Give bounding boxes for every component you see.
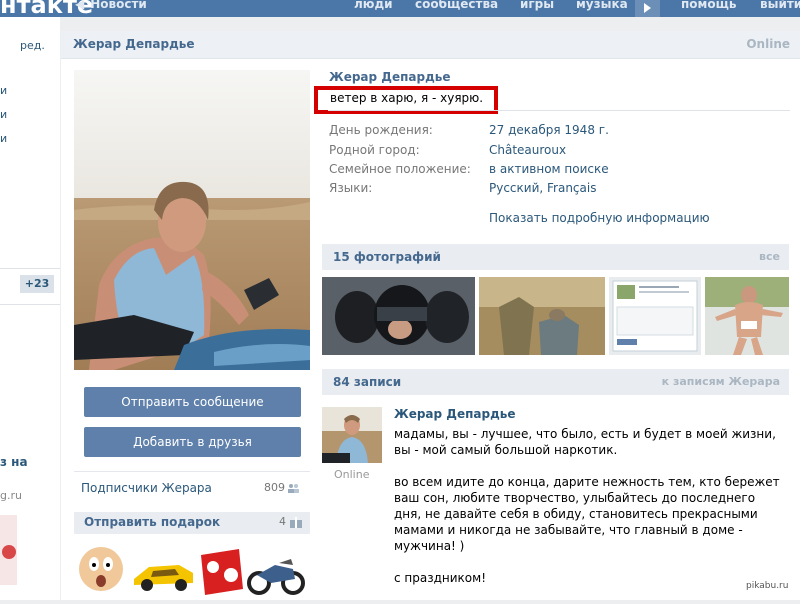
value-birthday[interactable]: 27 декабря 1948 г. — [489, 123, 609, 137]
promo-image[interactable] — [0, 515, 17, 585]
header-name: Жерар Депардье — [73, 37, 195, 51]
play-icon[interactable] — [635, 0, 660, 17]
nav-games[interactable]: игры — [520, 0, 554, 11]
photo-thumb[interactable] — [705, 277, 789, 355]
sidebar-item[interactable]: и — [0, 84, 7, 97]
nav-communities[interactable]: сообщества — [415, 0, 498, 11]
photo-thumb[interactable] — [609, 277, 701, 355]
people-icon — [288, 484, 299, 493]
photos-header[interactable]: 15 фотографий все — [322, 244, 789, 270]
gift-item[interactable] — [201, 549, 243, 595]
subscribers-link[interactable]: Подписчики Жерара — [81, 481, 212, 495]
gift-title: Отправить подарок — [84, 515, 221, 529]
show-more-info-link[interactable]: Показать подробную информацию — [489, 211, 710, 225]
avatar[interactable] — [322, 407, 382, 463]
gift-item[interactable] — [79, 547, 123, 591]
divider — [0, 304, 60, 305]
nav-help[interactable]: помощь — [681, 0, 736, 11]
profile-status[interactable]: ветер в харю, я - хуярю. — [330, 91, 483, 105]
counter-badge[interactable]: +23 — [20, 275, 54, 293]
value-relationship[interactable]: в активном поиске — [489, 162, 609, 176]
post-author[interactable]: Жерар Депардье — [394, 407, 516, 421]
edit-link[interactable]: ред. — [20, 39, 45, 52]
posts-header[interactable]: 84 записи к записям Жерара — [322, 369, 789, 395]
post-text: мадамы, вы - лучшее, что было, есть и бу… — [394, 427, 780, 585]
nav-music[interactable]: музыка — [576, 0, 628, 11]
value-hometown[interactable]: Châteauroux — [489, 143, 566, 157]
promo-title[interactable]: з на — [0, 455, 28, 469]
gift-icon — [290, 517, 302, 528]
profile-header: Жерар Депардье Online — [61, 31, 800, 59]
nav-logout[interactable]: выйти — [760, 0, 800, 11]
gift-item[interactable] — [247, 559, 305, 595]
gift-count: 4 — [279, 515, 286, 528]
nav-people[interactable]: люди — [354, 0, 393, 11]
label-relationship: Семейное положение: — [329, 162, 471, 176]
photos-all-link[interactable]: все — [759, 250, 780, 263]
chevron-left-icon: ◀ — [75, 0, 85, 11]
posts-title: 84 записи — [333, 375, 402, 389]
gifts-row — [79, 541, 309, 601]
divider — [0, 268, 60, 269]
profile-name: Жерар Депардье — [329, 70, 451, 84]
subscribers-count: 809 — [264, 481, 285, 494]
nav-news-label: Новости — [90, 0, 147, 11]
promo-site[interactable]: g.ru — [0, 489, 22, 502]
label-hometown: Родной город: — [329, 143, 420, 157]
divider — [74, 471, 310, 472]
label-birthday: День рождения: — [329, 123, 433, 137]
gift-header[interactable]: Отправить подарок 4 — [74, 512, 310, 534]
photo-thumb[interactable] — [479, 277, 605, 355]
posts-link[interactable]: к записям Жерара — [662, 375, 780, 388]
nav-news[interactable]: ◀ Новости — [75, 0, 147, 11]
watermark: pikabu.ru — [746, 581, 789, 591]
post-online-status: Online — [334, 468, 370, 481]
top-bar: нтакте ◀ Новости люди сообщества игры муз… — [0, 0, 800, 19]
sidebar-item[interactable]: и — [0, 108, 7, 121]
profile-panel: Жерар Депардье Online Отправить сообщени… — [61, 31, 800, 600]
divider — [328, 110, 790, 111]
send-message-button[interactable]: Отправить сообщение — [84, 387, 301, 417]
sidebar-item[interactable]: и — [0, 132, 7, 145]
photo-thumb[interactable] — [322, 277, 475, 355]
photos-strip — [322, 277, 789, 355]
photos-title: 15 фотографий — [333, 250, 441, 264]
gift-item[interactable] — [134, 565, 193, 591]
add-friend-button[interactable]: Добавить в друзья — [84, 427, 301, 457]
online-status: Online — [746, 37, 790, 51]
left-sidebar: ред. и и и +23 з на g.ru — [0, 17, 60, 600]
label-languages: Языки: — [329, 181, 373, 195]
value-languages[interactable]: Русский, Français — [489, 181, 596, 195]
profile-photo[interactable] — [74, 70, 310, 370]
